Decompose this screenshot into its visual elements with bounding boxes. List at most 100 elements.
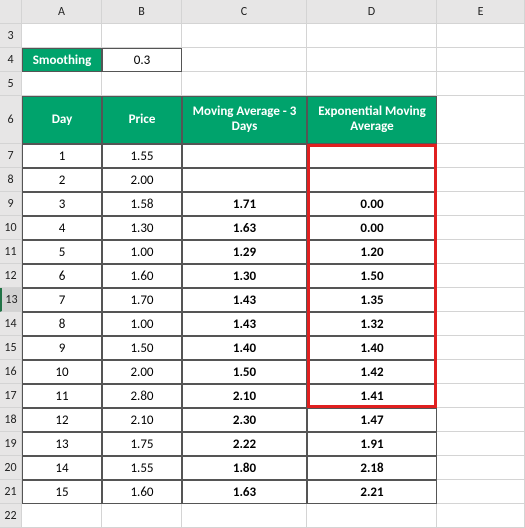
cell-ma[interactable]: 2.22 xyxy=(182,432,307,456)
cell-ema[interactable]: 1.91 xyxy=(307,432,437,456)
cell-price[interactable]: 1.60 xyxy=(102,264,182,288)
cell-day[interactable]: 11 xyxy=(22,384,102,408)
row-header-20[interactable]: 20 xyxy=(0,456,22,480)
row-header-11[interactable]: 11 xyxy=(0,240,22,264)
cell-empty[interactable] xyxy=(22,24,102,48)
select-all-corner[interactable] xyxy=(0,0,22,24)
cell-ma[interactable]: 1.71 xyxy=(182,192,307,216)
row-header-17[interactable]: 17 xyxy=(0,384,22,408)
cell-empty[interactable] xyxy=(437,96,525,144)
cell-day[interactable]: 9 xyxy=(22,336,102,360)
cell-price[interactable]: 1.00 xyxy=(102,240,182,264)
row-header-5[interactable]: 5 xyxy=(0,72,22,96)
cell-day[interactable]: 3 xyxy=(22,192,102,216)
cell-empty[interactable] xyxy=(437,168,525,192)
cell-day[interactable]: 8 xyxy=(22,312,102,336)
cell-ma[interactable]: 1.43 xyxy=(182,312,307,336)
row-header-22[interactable]: 22 xyxy=(0,504,22,528)
cell-empty[interactable] xyxy=(102,504,182,528)
row-header-18[interactable]: 18 xyxy=(0,408,22,432)
cell-day[interactable]: 1 xyxy=(22,144,102,168)
cell-empty[interactable] xyxy=(437,432,525,456)
row-header-13[interactable]: 13 xyxy=(0,288,22,312)
cell-ma[interactable]: 1.43 xyxy=(182,288,307,312)
row-header-15[interactable]: 15 xyxy=(0,336,22,360)
cell-day[interactable]: 13 xyxy=(22,432,102,456)
cell-empty[interactable] xyxy=(307,72,437,96)
cell-price[interactable]: 2.10 xyxy=(102,408,182,432)
row-header-7[interactable]: 7 xyxy=(0,144,22,168)
cell-empty[interactable] xyxy=(307,504,437,528)
cell-ema[interactable]: 1.20 xyxy=(307,240,437,264)
cell-ema[interactable]: 1.41 xyxy=(307,384,437,408)
cell-day[interactable]: 10 xyxy=(22,360,102,384)
cell-day[interactable]: 6 xyxy=(22,264,102,288)
cell-ma[interactable]: 1.40 xyxy=(182,336,307,360)
cell-empty[interactable] xyxy=(437,216,525,240)
cell-ma[interactable] xyxy=(182,168,307,192)
cell-day[interactable]: 14 xyxy=(22,456,102,480)
row-header-14[interactable]: 14 xyxy=(0,312,22,336)
cell-ema[interactable]: 1.42 xyxy=(307,360,437,384)
cell-ema[interactable] xyxy=(307,144,437,168)
cell-day[interactable]: 4 xyxy=(22,216,102,240)
cell-price[interactable]: 1.55 xyxy=(102,456,182,480)
cell-day[interactable]: 5 xyxy=(22,240,102,264)
cell-empty[interactable] xyxy=(437,288,525,312)
row-header-8[interactable]: 8 xyxy=(0,168,22,192)
row-header-16[interactable]: 16 xyxy=(0,360,22,384)
cell-price[interactable]: 2.00 xyxy=(102,168,182,192)
cell-ema[interactable]: 2.21 xyxy=(307,480,437,504)
cell-price[interactable]: 2.80 xyxy=(102,384,182,408)
cell-price[interactable]: 1.30 xyxy=(102,216,182,240)
cell-ma[interactable]: 1.29 xyxy=(182,240,307,264)
cell-ema[interactable]: 1.50 xyxy=(307,264,437,288)
cell-price[interactable]: 1.70 xyxy=(102,288,182,312)
cell-ma[interactable]: 1.63 xyxy=(182,480,307,504)
cell-ma[interactable]: 1.50 xyxy=(182,360,307,384)
cell-empty[interactable] xyxy=(437,480,525,504)
cell-ma[interactable] xyxy=(182,144,307,168)
cell-empty[interactable] xyxy=(182,24,307,48)
cell-ma[interactable]: 2.30 xyxy=(182,408,307,432)
cell-ema[interactable]: 1.47 xyxy=(307,408,437,432)
cell-empty[interactable] xyxy=(437,48,525,72)
cell-empty[interactable] xyxy=(102,24,182,48)
cell-price[interactable]: 1.58 xyxy=(102,192,182,216)
cell-price[interactable]: 1.55 xyxy=(102,144,182,168)
cell-empty[interactable] xyxy=(437,384,525,408)
cell-ema[interactable] xyxy=(307,168,437,192)
col-header-C[interactable]: C xyxy=(182,0,307,24)
cell-empty[interactable] xyxy=(437,192,525,216)
row-header-4[interactable]: 4 xyxy=(0,48,22,72)
cell-price[interactable]: 1.50 xyxy=(102,336,182,360)
cell-ema[interactable]: 1.40 xyxy=(307,336,437,360)
cell-empty[interactable] xyxy=(437,144,525,168)
col-header-D[interactable]: D xyxy=(307,0,437,24)
col-header-B[interactable]: B xyxy=(102,0,182,24)
cell-day[interactable]: 15 xyxy=(22,480,102,504)
col-header-E[interactable]: E xyxy=(437,0,525,24)
cell-price[interactable]: 1.00 xyxy=(102,312,182,336)
cell-ema[interactable]: 0.00 xyxy=(307,192,437,216)
cell-empty[interactable] xyxy=(22,504,102,528)
row-header-6[interactable]: 6 xyxy=(0,96,22,144)
cell-empty[interactable] xyxy=(437,456,525,480)
cell-price[interactable]: 1.60 xyxy=(102,480,182,504)
cell-empty[interactable] xyxy=(22,72,102,96)
cell-empty[interactable] xyxy=(102,72,182,96)
cell-empty[interactable] xyxy=(437,360,525,384)
cell-ma[interactable]: 1.63 xyxy=(182,216,307,240)
cell-ema[interactable]: 1.35 xyxy=(307,288,437,312)
cell-empty[interactable] xyxy=(307,24,437,48)
cell-empty[interactable] xyxy=(437,240,525,264)
smoothing-value[interactable]: 0.3 xyxy=(102,48,182,72)
cell-empty[interactable] xyxy=(182,48,307,72)
cell-price[interactable]: 1.75 xyxy=(102,432,182,456)
cell-ema[interactable]: 0.00 xyxy=(307,216,437,240)
row-header-10[interactable]: 10 xyxy=(0,216,22,240)
cell-empty[interactable] xyxy=(437,72,525,96)
cell-day[interactable]: 7 xyxy=(22,288,102,312)
row-header-12[interactable]: 12 xyxy=(0,264,22,288)
cell-ema[interactable]: 1.32 xyxy=(307,312,437,336)
